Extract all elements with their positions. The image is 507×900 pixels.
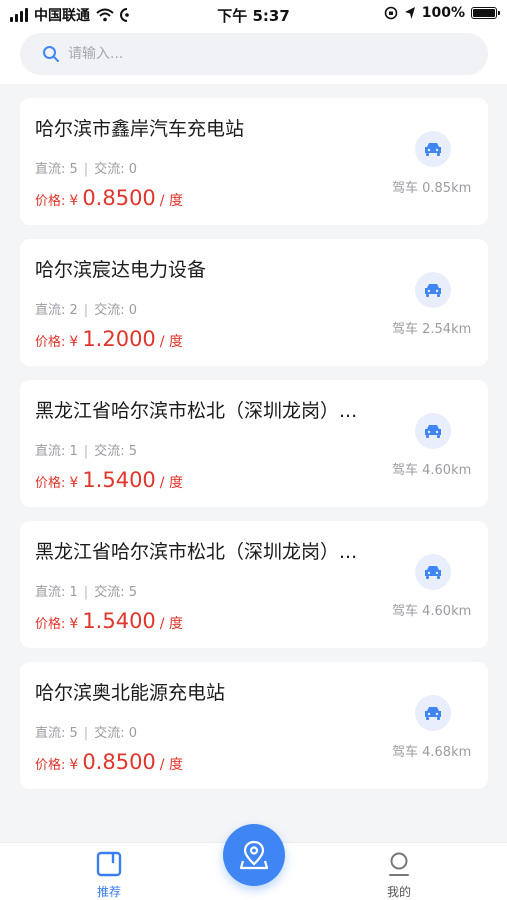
station-name: 哈尔滨奥北能源充电站 xyxy=(35,682,226,704)
currency-symbol: ¥ xyxy=(69,334,79,350)
dc-count: 直流: 5 xyxy=(35,726,78,741)
price-label: 价格: xyxy=(35,758,66,773)
search-bar[interactable] xyxy=(20,33,488,75)
divider: | xyxy=(83,162,89,177)
charger-counts: 直流: 2 | 交流: 0 xyxy=(35,299,137,318)
price-unit: / 度 xyxy=(159,616,183,632)
station-name: 哈尔滨市鑫岸汽车充电站 xyxy=(35,118,245,140)
price-unit: / 度 xyxy=(159,334,183,350)
divider: | xyxy=(83,585,89,600)
station-card[interactable]: 哈尔滨奥北能源充电站 直流: 5 | 交流: 0 价格: ¥ 0.8500 / 度 … xyxy=(20,662,488,789)
search-input[interactable] xyxy=(68,46,448,62)
car-icon xyxy=(425,566,441,579)
price-unit: / 度 xyxy=(159,475,183,491)
car-icon xyxy=(425,425,441,438)
station-card[interactable]: 黑龙江省哈尔滨市松北（深圳龙岗）... 直流: 1 | 交流: 5 价格: ¥ 1.… xyxy=(20,380,488,507)
station-card[interactable]: 哈尔滨市鑫岸汽车充电站 直流: 5 | 交流: 0 价格: ¥ 0.8500 / 度… xyxy=(20,98,488,225)
location-arrow-icon xyxy=(404,7,415,19)
station-name: 哈尔滨宸达电力设备 xyxy=(35,259,207,281)
price-unit: / 度 xyxy=(159,757,183,773)
orientation-lock-icon xyxy=(384,6,398,20)
price-row: 价格: ¥ 1.5400 / 度 xyxy=(35,609,183,633)
navigate-button[interactable] xyxy=(415,695,451,731)
search-icon xyxy=(43,46,59,62)
charger-counts: 直流: 5 | 交流: 0 xyxy=(35,158,137,177)
status-right: 100% xyxy=(384,5,500,21)
map-button[interactable] xyxy=(223,824,285,886)
price-row: 价格: ¥ 0.8500 / 度 xyxy=(35,186,183,210)
price-label: 价格: xyxy=(35,335,66,350)
currency-symbol: ¥ xyxy=(69,193,79,209)
car-icon xyxy=(425,143,441,156)
ac-count: 交流: 5 xyxy=(94,444,137,459)
ac-count: 交流: 0 xyxy=(94,726,137,741)
price-row: 价格: ¥ 1.5400 / 度 xyxy=(35,468,183,492)
ac-count: 交流: 5 xyxy=(94,585,137,600)
divider: | xyxy=(83,303,89,318)
price-value: 1.5400 xyxy=(82,468,156,492)
ac-count: 交流: 0 xyxy=(94,303,137,318)
divider: | xyxy=(83,726,89,741)
recommend-icon xyxy=(96,851,122,877)
drive-distance: 驾车 2.54km xyxy=(392,322,472,337)
dc-count: 直流: 2 xyxy=(35,303,78,318)
drive-distance: 驾车 0.85km xyxy=(392,181,472,196)
divider: | xyxy=(83,444,89,459)
price-unit: / 度 xyxy=(159,193,183,209)
drive-distance: 驾车 4.60km xyxy=(392,604,472,619)
user-icon xyxy=(389,852,409,876)
tab-recommend-label: 推荐 xyxy=(96,885,121,899)
search-bar-container xyxy=(0,28,507,84)
dc-count: 直流: 5 xyxy=(35,162,78,177)
tab-mine-label: 我的 xyxy=(386,885,411,899)
price-row: 价格: ¥ 0.8500 / 度 xyxy=(35,750,183,774)
currency-symbol: ¥ xyxy=(69,757,79,773)
charger-counts: 直流: 1 | 交流: 5 xyxy=(35,440,137,459)
navigate-button[interactable] xyxy=(415,554,451,590)
navigate-button[interactable] xyxy=(415,131,451,167)
tab-mine[interactable]: 我的 xyxy=(369,851,429,900)
price-label: 价格: xyxy=(35,476,66,491)
car-icon xyxy=(425,284,441,297)
price-value: 1.2000 xyxy=(82,327,156,351)
drive-distance: 驾车 4.60km xyxy=(392,463,472,478)
station-name: 黑龙江省哈尔滨市松北（深圳龙岗）... xyxy=(35,541,358,563)
ac-count: 交流: 0 xyxy=(94,162,137,177)
car-icon xyxy=(425,707,441,720)
drive-distance: 驾车 4.68km xyxy=(392,745,472,760)
station-card[interactable]: 黑龙江省哈尔滨市松北（深圳龙岗）... 直流: 1 | 交流: 5 价格: ¥ 1.… xyxy=(20,521,488,648)
navigate-button[interactable] xyxy=(415,272,451,308)
price-label: 价格: xyxy=(35,194,66,209)
status-bar: 中国联通 下午 5:37 100% xyxy=(0,0,507,28)
navigate-button[interactable] xyxy=(415,413,451,449)
battery-percent: 100% xyxy=(421,5,465,21)
tab-recommend[interactable]: 推荐 xyxy=(79,851,139,900)
currency-symbol: ¥ xyxy=(69,616,79,632)
charger-counts: 直流: 1 | 交流: 5 xyxy=(35,581,137,600)
dc-count: 直流: 1 xyxy=(35,585,78,600)
price-label: 价格: xyxy=(35,617,66,632)
currency-symbol: ¥ xyxy=(69,475,79,491)
price-value: 1.5400 xyxy=(82,609,156,633)
battery-icon xyxy=(471,7,500,19)
dc-count: 直流: 1 xyxy=(35,444,78,459)
map-pin-icon xyxy=(239,840,269,870)
charger-counts: 直流: 5 | 交流: 0 xyxy=(35,722,137,741)
price-row: 价格: ¥ 1.2000 / 度 xyxy=(35,327,183,351)
station-card[interactable]: 哈尔滨宸达电力设备 直流: 2 | 交流: 0 价格: ¥ 1.2000 / 度 驾… xyxy=(20,239,488,366)
station-list: 哈尔滨市鑫岸汽车充电站 直流: 5 | 交流: 0 价格: ¥ 0.8500 / 度… xyxy=(20,98,488,803)
price-value: 0.8500 xyxy=(82,186,156,210)
station-name: 黑龙江省哈尔滨市松北（深圳龙岗）... xyxy=(35,400,358,422)
price-value: 0.8500 xyxy=(82,750,156,774)
